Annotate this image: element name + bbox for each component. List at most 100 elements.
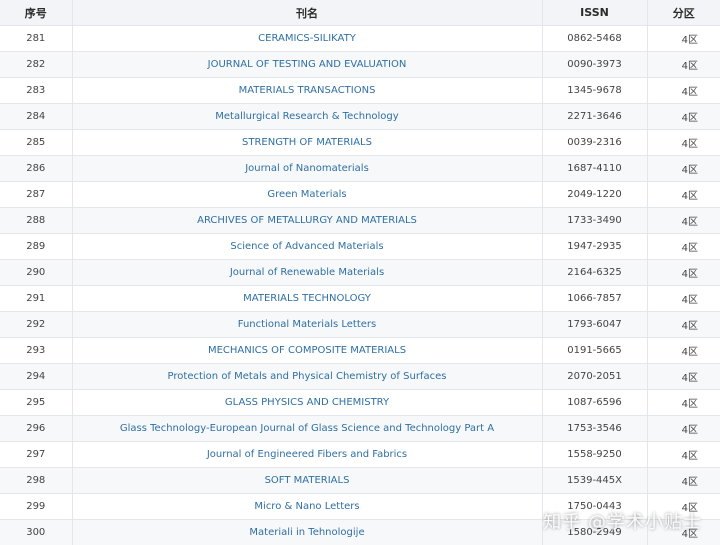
- table-row: 282JOURNAL OF TESTING AND EVALUATION0090…: [0, 52, 720, 78]
- table-row: 288ARCHIVES OF METALLURGY AND MATERIALS1…: [0, 208, 720, 234]
- cell-zone: 4区: [647, 312, 720, 338]
- cell-issn: 1345-9678: [542, 78, 647, 104]
- cell-no: 299: [0, 494, 72, 520]
- table-row: 297Journal of Engineered Fibers and Fabr…: [0, 442, 720, 468]
- table-row: 291MATERIALS TECHNOLOGY1066-78574区: [0, 286, 720, 312]
- cell-name: Functional Materials Letters: [72, 312, 542, 338]
- cell-issn: 2049-1220: [542, 182, 647, 208]
- table-row: 281CERAMICS-SILIKATY0862-54684区: [0, 26, 720, 52]
- cell-no: 292: [0, 312, 72, 338]
- cell-issn: 1066-7857: [542, 286, 647, 312]
- cell-zone: 4区: [647, 26, 720, 52]
- cell-name: JOURNAL OF TESTING AND EVALUATION: [72, 52, 542, 78]
- watermark: 知乎 @学术小贴士: [543, 508, 702, 534]
- table-row: 292Functional Materials Letters1793-6047…: [0, 312, 720, 338]
- cell-name: Journal of Renewable Materials: [72, 260, 542, 286]
- cell-issn: 1687-4110: [542, 156, 647, 182]
- cell-zone: 4区: [647, 130, 720, 156]
- journal-table: 序号 刊名 ISSN 分区 281CERAMICS-SILIKATY0862-5…: [0, 0, 720, 545]
- table-row: 296Glass Technology-European Journal of …: [0, 416, 720, 442]
- cell-zone: 4区: [647, 442, 720, 468]
- cell-no: 298: [0, 468, 72, 494]
- cell-zone: 4区: [647, 78, 720, 104]
- cell-issn: 1753-3546: [542, 416, 647, 442]
- cell-no: 291: [0, 286, 72, 312]
- header-zone: 分区: [647, 0, 720, 26]
- cell-zone: 4区: [647, 260, 720, 286]
- cell-issn: 1087-6596: [542, 390, 647, 416]
- cell-name: Green Materials: [72, 182, 542, 208]
- cell-no: 293: [0, 338, 72, 364]
- table-row: 295GLASS PHYSICS AND CHEMISTRY1087-65964…: [0, 390, 720, 416]
- cell-issn: 2070-2051: [542, 364, 647, 390]
- table-row: 287Green Materials2049-12204区: [0, 182, 720, 208]
- cell-zone: 4区: [647, 104, 720, 130]
- header-no: 序号: [0, 0, 72, 26]
- cell-issn: 2164-6325: [542, 260, 647, 286]
- cell-zone: 4区: [647, 286, 720, 312]
- cell-issn: 1558-9250: [542, 442, 647, 468]
- cell-issn: 0090-3973: [542, 52, 647, 78]
- cell-zone: 4区: [647, 390, 720, 416]
- cell-name: GLASS PHYSICS AND CHEMISTRY: [72, 390, 542, 416]
- cell-name: Glass Technology-European Journal of Gla…: [72, 416, 542, 442]
- cell-issn: 0039-2316: [542, 130, 647, 156]
- cell-issn: 1793-6047: [542, 312, 647, 338]
- cell-issn: 1733-3490: [542, 208, 647, 234]
- cell-no: 284: [0, 104, 72, 130]
- cell-no: 294: [0, 364, 72, 390]
- cell-no: 283: [0, 78, 72, 104]
- table-row: 293MECHANICS OF COMPOSITE MATERIALS0191-…: [0, 338, 720, 364]
- cell-no: 290: [0, 260, 72, 286]
- table-row: 286Journal of Nanomaterials1687-41104区: [0, 156, 720, 182]
- cell-zone: 4区: [647, 416, 720, 442]
- cell-no: 296: [0, 416, 72, 442]
- cell-zone: 4区: [647, 156, 720, 182]
- cell-no: 297: [0, 442, 72, 468]
- cell-name: STRENGTH OF MATERIALS: [72, 130, 542, 156]
- cell-issn: 1539-445X: [542, 468, 647, 494]
- cell-issn: 2271-3646: [542, 104, 647, 130]
- cell-no: 285: [0, 130, 72, 156]
- cell-name: MECHANICS OF COMPOSITE MATERIALS: [72, 338, 542, 364]
- cell-zone: 4区: [647, 468, 720, 494]
- cell-no: 300: [0, 520, 72, 545]
- header-name: 刊名: [72, 0, 542, 26]
- cell-no: 289: [0, 234, 72, 260]
- cell-no: 281: [0, 26, 72, 52]
- table-row: 298SOFT MATERIALS1539-445X4区: [0, 468, 720, 494]
- table-row: 284Metallurgical Research & Technology22…: [0, 104, 720, 130]
- cell-no: 288: [0, 208, 72, 234]
- table-row: 285STRENGTH OF MATERIALS0039-23164区: [0, 130, 720, 156]
- header-issn: ISSN: [542, 0, 647, 26]
- cell-zone: 4区: [647, 52, 720, 78]
- cell-name: ARCHIVES OF METALLURGY AND MATERIALS: [72, 208, 542, 234]
- table-row: 283MATERIALS TRANSACTIONS1345-96784区: [0, 78, 720, 104]
- cell-name: Journal of Engineered Fibers and Fabrics: [72, 442, 542, 468]
- cell-name: Micro & Nano Letters: [72, 494, 542, 520]
- cell-no: 286: [0, 156, 72, 182]
- cell-name: SOFT MATERIALS: [72, 468, 542, 494]
- cell-name: Protection of Metals and Physical Chemis…: [72, 364, 542, 390]
- cell-zone: 4区: [647, 338, 720, 364]
- header-row: 序号 刊名 ISSN 分区: [0, 0, 720, 26]
- cell-no: 282: [0, 52, 72, 78]
- cell-no: 295: [0, 390, 72, 416]
- cell-name: MATERIALS TRANSACTIONS: [72, 78, 542, 104]
- cell-zone: 4区: [647, 208, 720, 234]
- table-row: 290Journal of Renewable Materials2164-63…: [0, 260, 720, 286]
- cell-name: CERAMICS-SILIKATY: [72, 26, 542, 52]
- cell-zone: 4区: [647, 234, 720, 260]
- cell-issn: 1947-2935: [542, 234, 647, 260]
- cell-name: MATERIALS TECHNOLOGY: [72, 286, 542, 312]
- cell-zone: 4区: [647, 364, 720, 390]
- cell-name: Science of Advanced Materials: [72, 234, 542, 260]
- cell-no: 287: [0, 182, 72, 208]
- cell-issn: 0191-5665: [542, 338, 647, 364]
- table-row: 294Protection of Metals and Physical Che…: [0, 364, 720, 390]
- table-row: 289Science of Advanced Materials1947-293…: [0, 234, 720, 260]
- cell-issn: 0862-5468: [542, 26, 647, 52]
- cell-zone: 4区: [647, 182, 720, 208]
- cell-name: Materiali in Tehnologije: [72, 520, 542, 545]
- cell-name: Metallurgical Research & Technology: [72, 104, 542, 130]
